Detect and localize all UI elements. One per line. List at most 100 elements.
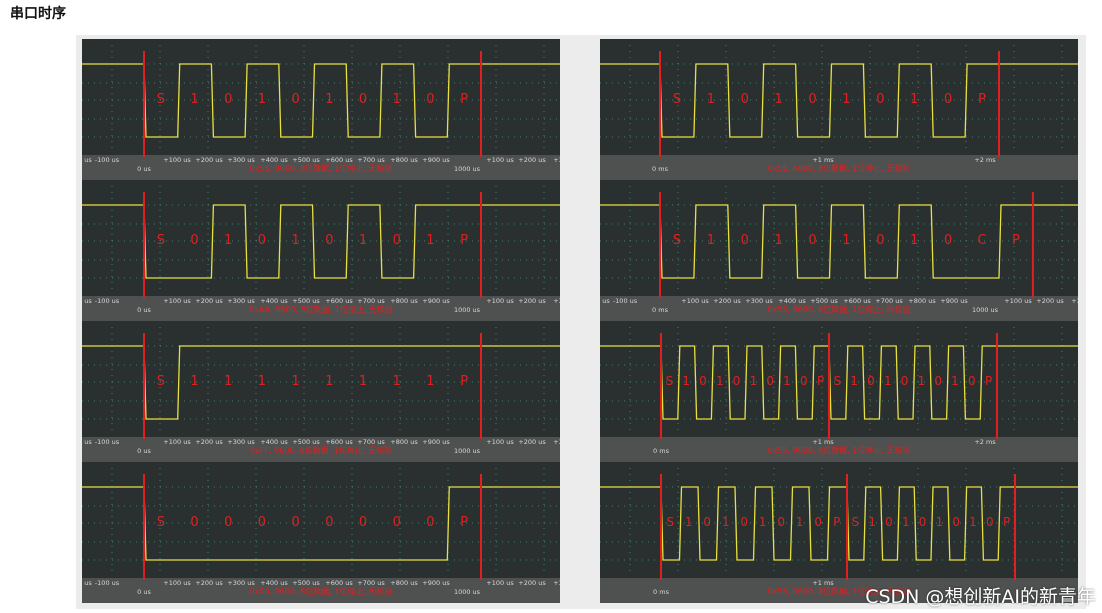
- origin-time-label: 0 us: [137, 588, 151, 596]
- scope-capture[interactable]: us -100 us +100 us +200 us +300 us +400 us +50…: [82, 39, 560, 180]
- bit-label: P: [1012, 233, 1020, 248]
- bit-label: 1: [918, 374, 926, 388]
- watermark: CSDN @想创新AI的新青年: [865, 586, 1096, 608]
- scope-screen: us -100 us +100 us +200 us +300 us +400 us +50…: [82, 321, 560, 462]
- bit-label: 1: [393, 92, 401, 107]
- ruler-tick-label: +100 us: [486, 156, 514, 164]
- scope-capture[interactable]: us -100 us +100 us +200 us +300 us +400 us +50…: [82, 462, 560, 603]
- bit-label: 0: [224, 92, 232, 107]
- bit-label: 1: [842, 233, 850, 248]
- bit-label: 0: [258, 515, 266, 530]
- capture-caption: 0x55, 9600, 8位数据, 1位停止, 偶校验: [768, 304, 911, 314]
- origin-time-label: 0 us: [137, 165, 151, 173]
- bit-label: 1: [224, 374, 232, 389]
- bit-label: S: [157, 374, 165, 389]
- ruler-tick-label: +200 us: [195, 438, 223, 446]
- bit-label: 0: [741, 233, 749, 248]
- bit-label: 0: [699, 374, 707, 388]
- bit-label: 1: [426, 233, 434, 248]
- ruler-tick-label: +100 us: [486, 438, 514, 446]
- ruler-tick-label: +100 us: [1004, 297, 1032, 305]
- ruler-tick-label: us: [84, 579, 92, 587]
- bit-label: 0: [190, 515, 198, 530]
- bit-label: 1: [783, 374, 791, 388]
- scope-capture[interactable]: us -100 us +100 us +200 us +300 us +400 us +50…: [82, 180, 560, 321]
- end-time-label: 1000 us: [972, 306, 999, 314]
- bit-label: 1: [325, 92, 333, 107]
- bit-label: 1: [884, 374, 892, 388]
- origin-time-label: 0 ms: [652, 306, 669, 314]
- capture-caption: 0xFF, 9600, 8位数据, 1位停止, 无校验: [250, 445, 392, 455]
- capture-caption: 0x55, 9600, 8位数据, 1位停止, 无校验: [768, 445, 911, 455]
- bit-label: P: [460, 92, 468, 107]
- scope-capture[interactable]: us -100 us +100 us +200 us +300 us +400 us +50…: [600, 180, 1078, 321]
- ruler-tick-label: +400 us: [260, 579, 288, 587]
- bit-label: 0: [766, 374, 774, 388]
- ruler-tick-label: +800 us: [390, 156, 418, 164]
- bit-label: 1: [393, 374, 401, 389]
- ruler-tick-label: +900 us: [422, 438, 450, 446]
- ruler-tick-label: +100 us: [163, 438, 191, 446]
- ruler-tick-label: +300 us: [227, 438, 255, 446]
- scope-capture[interactable]: +1 ms +2 ms 0 ms 0x55, 9600, 8位数据, 1位停止, 无校…: [600, 321, 1078, 462]
- ruler-tick-label: +200 us: [195, 297, 223, 305]
- origin-time-label: 0 ms: [653, 447, 670, 455]
- bit-label: 0: [814, 515, 822, 529]
- ruler-tick-label: +900 us: [422, 297, 450, 305]
- bit-label: 1: [707, 233, 715, 248]
- ruler-tick-label: +700 us: [357, 156, 385, 164]
- ruler-tick-label: +3: [1071, 297, 1078, 305]
- origin-time-label: 0 ms: [653, 588, 670, 596]
- bit-label: P: [985, 374, 992, 388]
- bit-label: 1: [716, 374, 724, 388]
- scope-screen: us -100 us +100 us +200 us +300 us +400 us +50…: [82, 462, 560, 603]
- ruler-tick-label: +1 ms: [812, 438, 834, 446]
- ruler-tick-label: -100 us: [95, 579, 120, 587]
- bit-label: 0: [426, 515, 434, 530]
- bit-label: 0: [876, 233, 884, 248]
- ruler-tick-label: +300 us: [745, 297, 773, 305]
- bit-label: 1: [796, 515, 804, 529]
- bit-label: 1: [224, 233, 232, 248]
- ruler-tick-label: +500 us: [292, 297, 320, 305]
- bit-label: P: [460, 233, 468, 248]
- bit-label: P: [833, 515, 840, 529]
- end-time-label: 1000 us: [454, 306, 481, 314]
- origin-time-label: 0 ms: [652, 165, 669, 173]
- bit-label: S: [157, 515, 165, 530]
- bit-label: 0: [808, 92, 816, 107]
- bit-label: C: [978, 233, 987, 248]
- ruler-tick-label: +3: [553, 156, 560, 164]
- ruler-tick-label: -100 us: [613, 297, 638, 305]
- scope-capture[interactable]: +1 ms +2 ms 0 ms 0x55, 4800, 8位数据, 1位停止, 无校…: [600, 39, 1078, 180]
- ruler-tick-label: +1 ms: [812, 156, 834, 164]
- ruler-tick-label: +500 us: [292, 438, 320, 446]
- bit-label: 1: [325, 374, 333, 389]
- ruler-tick-label: +500 us: [292, 156, 320, 164]
- ruler-tick-label: us: [84, 156, 92, 164]
- bit-label: 1: [707, 92, 715, 107]
- bit-label: S: [157, 233, 165, 248]
- ruler-tick-label: +600 us: [325, 156, 353, 164]
- bit-label: 1: [902, 515, 910, 529]
- ruler-tick-label: +300 us: [227, 579, 255, 587]
- bit-label: 0: [733, 374, 741, 388]
- ruler-tick-label: +100 us: [486, 579, 514, 587]
- bit-label: 1: [850, 374, 858, 388]
- bit-label: 1: [969, 515, 977, 529]
- bit-label: 1: [190, 374, 198, 389]
- bit-label: P: [460, 374, 468, 389]
- bit-label: 1: [190, 92, 198, 107]
- bit-label: S: [666, 374, 674, 388]
- ruler-tick-label: +3: [553, 579, 560, 587]
- bit-label: S: [673, 233, 681, 248]
- bit-label: P: [1003, 515, 1010, 529]
- bit-label: 0: [777, 515, 785, 529]
- ruler-tick-label: +200 us: [713, 297, 741, 305]
- ruler-tick-label: +600 us: [325, 438, 353, 446]
- bit-label: 0: [224, 515, 232, 530]
- scope-capture[interactable]: us -100 us +100 us +200 us +300 us +400 us +50…: [82, 321, 560, 462]
- scope-screen: us -100 us +100 us +200 us +300 us +400 us +50…: [82, 180, 560, 321]
- bit-label: 0: [292, 92, 300, 107]
- bit-label: 0: [986, 515, 994, 529]
